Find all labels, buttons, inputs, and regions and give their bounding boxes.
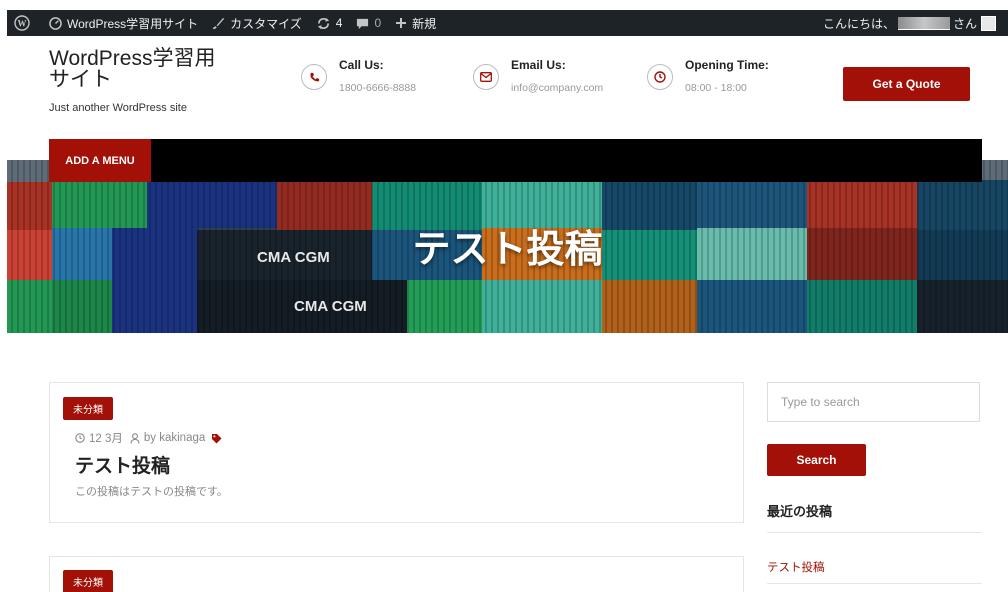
recent-post-link[interactable]: テスト投稿 [767,559,825,575]
wordpress-logo-icon: W [14,15,30,31]
post-card: 未分類 [49,556,744,592]
add-a-menu-link[interactable]: ADD A MENU [49,139,151,182]
category-badge[interactable]: 未分類 [63,397,113,420]
admin-new-label: 新規 [412,16,437,31]
post-date[interactable]: 12 3月 [89,430,123,446]
search-button[interactable]: Search [767,444,866,476]
post-author[interactable]: by kakinaga [144,432,205,444]
primary-menu-bar: ADD A MENU [49,139,982,182]
contact-email-value: info@company.com [511,82,604,94]
clock-icon [647,64,673,90]
admin-account-menu[interactable]: こんにちは、 さん [823,10,1008,36]
admin-new-link[interactable]: 新規 [388,10,443,36]
admin-site-name-link[interactable]: WordPress学習用サイト [42,10,205,36]
updates-icon [316,17,331,30]
comment-icon [356,17,369,30]
redacted-username [897,16,950,30]
admin-comments-link[interactable]: 0 [349,10,388,36]
contact-hours: Opening Time: 08:00 - 18:00 [647,58,769,94]
tag-icon[interactable] [211,433,222,444]
contact-call: Call Us: 1800-6666-8888 [301,58,416,94]
page-title: テスト投稿 [412,229,603,271]
post-title[interactable]: テスト投稿 [75,451,170,478]
post-card: 未分類 12 3月 by kakinaga テスト投稿 この投稿はテストの投稿で… [49,382,744,523]
recent-posts-title: 最近の投稿 [767,504,833,519]
avatar [981,15,996,31]
site-title[interactable]: WordPress学習用サイト [49,48,229,90]
contact-hours-value: 08:00 - 18:00 [685,82,747,94]
admin-bar: W WordPress学習用サイト カスタマイズ 4 0 新規 こんにちは、 さ… [7,10,1008,36]
clock-icon [75,433,85,443]
contact-hours-label: Opening Time: [685,58,769,72]
browser-viewport: W WordPress学習用サイト カスタマイズ 4 0 新規 こんにちは、 さ… [7,10,1008,592]
admin-customize-link[interactable]: カスタマイズ [205,10,309,36]
wordpress-logo-button[interactable]: W [7,10,42,36]
plus-icon [395,17,407,29]
contact-email: Email Us: info@company.com [473,58,603,94]
banner-image-text-2: CMA CGM [294,298,367,315]
widget-divider [767,532,982,533]
admin-updates-count: 4 [335,16,343,30]
admin-customize-label: カスタマイズ [230,16,302,31]
contact-call-label: Call Us: [339,58,384,72]
admin-greeting-suffix: さん [952,16,977,31]
dashboard-icon [49,16,62,30]
contact-call-value: 1800-6666-8888 [339,82,417,94]
user-icon [130,432,140,444]
site-tagline: Just another WordPress site [49,102,187,114]
contact-email-label: Email Us: [511,58,566,72]
search-input[interactable] [767,382,980,422]
phone-icon [301,64,327,90]
brush-icon [212,17,225,30]
category-badge[interactable]: 未分類 [63,570,113,592]
admin-comments-count: 0 [374,16,382,30]
admin-updates-link[interactable]: 4 [309,10,350,36]
page-banner: CMA CGM CMA CGM テスト投稿 [7,160,1008,333]
post-meta: 12 3月 by kakinaga [75,430,222,446]
get-a-quote-button[interactable]: Get a Quote [843,67,970,101]
svg-text:W: W [18,19,27,29]
admin-site-name: WordPress学習用サイト [67,16,199,31]
mail-icon [473,64,499,90]
admin-greeting: こんにちは、 [822,16,895,31]
widget-divider [767,583,982,584]
post-excerpt: この投稿はテストの投稿です。 [75,486,228,498]
